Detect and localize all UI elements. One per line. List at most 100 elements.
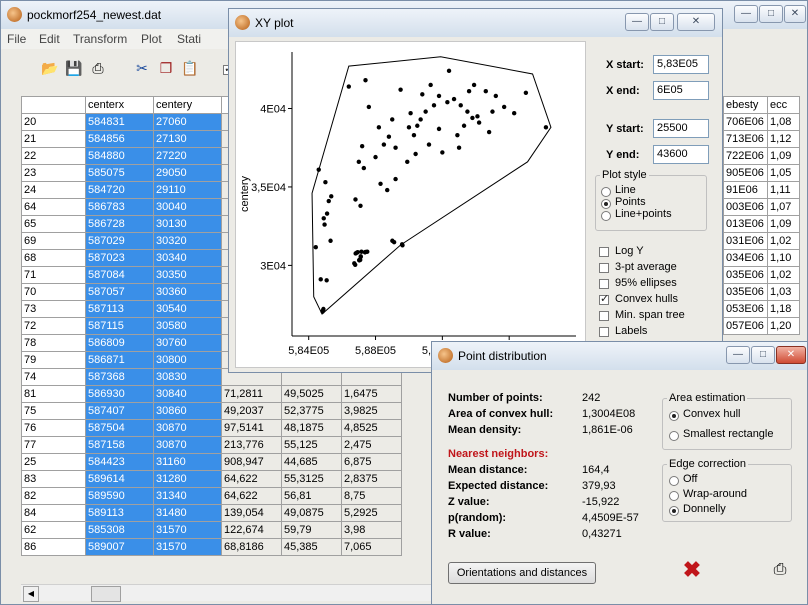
close-red-x-icon[interactable]: ✖ [680,558,704,582]
pd-close-icon[interactable]: ✕ [776,346,806,364]
table-cell[interactable]: 122,674 [221,521,282,539]
row-header[interactable]: 77 [21,436,86,454]
table-cell[interactable]: 44,685 [281,453,342,471]
table-cell[interactable]: 30040 [153,198,222,216]
row-header[interactable]: 71 [21,266,86,284]
y-end-input[interactable]: 43600 [653,145,709,164]
table-cell[interactable]: 053E06 [723,300,768,318]
row-header[interactable]: 83 [21,470,86,488]
table-cell[interactable]: 31280 [153,470,222,488]
table-row[interactable]: 713E06 1,12 [723,130,800,148]
table-cell[interactable]: 30870 [153,419,222,437]
print-icon[interactable]: ⎙ [87,57,109,79]
table-cell[interactable]: 31480 [153,504,222,522]
row-header[interactable]: 22 [21,147,86,165]
table-cell[interactable]: 30350 [153,266,222,284]
table-cell[interactable]: 587115 [85,317,154,335]
option-checkbox-0[interactable] [599,247,609,257]
table-cell[interactable]: 4,8525 [341,419,402,437]
table-cell[interactable]: 6,875 [341,453,402,471]
table-cell[interactable]: 584831 [85,113,154,131]
table-cell[interactable]: 5,2925 [341,504,402,522]
table-cell[interactable]: 29110 [153,181,222,199]
table-cell[interactable]: 30840 [153,385,222,403]
table-cell[interactable]: 56,81 [281,487,342,505]
row-header[interactable]: 81 [21,385,86,403]
menu-transform[interactable]: Transform [73,32,127,46]
table-row[interactable]: 722E06 1,09 [723,147,800,165]
table-cell[interactable]: 589007 [85,538,154,556]
table-cell[interactable]: 55,3125 [281,470,342,488]
row-header[interactable]: 76 [21,419,86,437]
row-header[interactable]: 74 [21,368,86,386]
table-cell[interactable]: 31570 [153,538,222,556]
table-cell[interactable]: 27220 [153,147,222,165]
table-cell[interactable]: 1,12 [767,130,800,148]
paste-icon[interactable]: 📋 [179,57,201,79]
table-row[interactable]: 035E06 1,03 [723,283,800,301]
table-cell[interactable]: 586871 [85,351,154,369]
table-cell[interactable]: 1,09 [767,215,800,233]
scroll-left-icon[interactable]: ◀ [23,586,39,602]
table-cell[interactable]: 27060 [153,113,222,131]
table-row[interactable]: 035E06 1,02 [723,266,800,284]
table-row[interactable]: 75 587407 30860 49,2037 52,3775 3,9825 [21,402,402,420]
table-cell[interactable]: 30870 [153,436,222,454]
table-row[interactable]: 905E06 1,05 [723,164,800,182]
row-header[interactable]: 73 [21,300,86,318]
table-row[interactable]: 053E06 1,18 [723,300,800,318]
table-cell[interactable]: 59,79 [281,521,342,539]
y-start-input[interactable]: 25500 [653,119,709,138]
table-cell[interactable]: 587057 [85,283,154,301]
table-cell[interactable]: 706E06 [723,113,768,131]
row-header[interactable]: 70 [21,283,86,301]
table-cell[interactable]: 587084 [85,266,154,284]
table-row[interactable]: 057E06 1,20 [723,317,800,335]
close-icon[interactable]: ✕ [784,5,806,23]
table-cell[interactable]: 586809 [85,334,154,352]
radio-off[interactable] [669,476,679,486]
table-cell[interactable]: 30860 [153,402,222,420]
table-cell[interactable]: 49,5025 [281,385,342,403]
table-cell[interactable]: 31340 [153,487,222,505]
table-cell[interactable]: 586728 [85,215,154,233]
table-cell[interactable]: 031E06 [723,232,768,250]
table-cell[interactable]: 589113 [85,504,154,522]
table-cell[interactable]: 30360 [153,283,222,301]
table-cell[interactable]: 589590 [85,487,154,505]
cut-icon[interactable]: ✂ [131,57,153,79]
row-header[interactable]: 62 [21,521,86,539]
row-header[interactable]: 72 [21,317,86,335]
pd-minimize-icon[interactable]: — [726,346,750,364]
row-header[interactable]: 79 [21,351,86,369]
table-cell[interactable]: 1,02 [767,266,800,284]
table-cell[interactable]: 52,3775 [281,402,342,420]
table-cell[interactable]: 68,8186 [221,538,282,556]
table-cell[interactable]: 722E06 [723,147,768,165]
table-cell[interactable]: 035E06 [723,283,768,301]
row-header[interactable]: 25 [21,453,86,471]
menu-edit[interactable]: Edit [39,32,60,46]
table-cell[interactable]: 713E06 [723,130,768,148]
table-row[interactable]: 76 587504 30870 97,5141 48,1875 4,8525 [21,419,402,437]
column-header-2[interactable]: centery [153,96,222,114]
table-cell[interactable]: 3,9825 [341,402,402,420]
row-header[interactable]: 75 [21,402,86,420]
table-cell[interactable]: 1,03 [767,283,800,301]
table-cell[interactable]: 586930 [85,385,154,403]
pd-titlebar[interactable]: Point distribution — □ ✕ [432,342,807,370]
radio-points[interactable] [601,199,611,209]
row-header[interactable]: 69 [21,232,86,250]
table-cell[interactable]: 71,2811 [221,385,282,403]
table-cell[interactable]: 30580 [153,317,222,335]
option-checkbox-3[interactable] [599,292,609,305]
table-cell[interactable]: 589614 [85,470,154,488]
table-cell[interactable]: 139,054 [221,504,282,522]
table-cell[interactable]: 64,622 [221,487,282,505]
table-cell[interactable]: 8,75 [341,487,402,505]
radio-donnelly[interactable] [669,506,679,516]
radio-line[interactable] [601,187,611,197]
table-cell[interactable]: 1,07 [767,198,800,216]
xy-close-icon[interactable]: ✕ [677,13,715,31]
table-cell[interactable]: 1,05 [767,164,800,182]
